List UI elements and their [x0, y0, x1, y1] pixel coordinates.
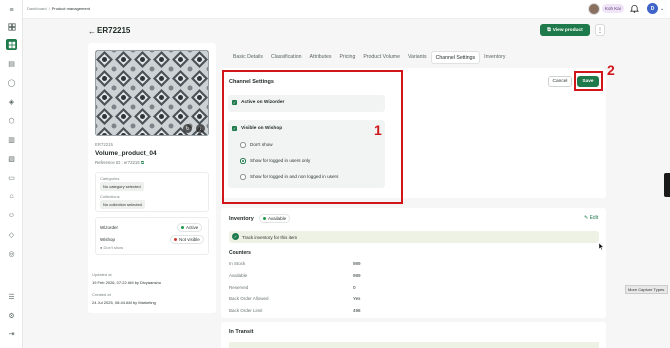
counter-label: In Stock [229, 261, 246, 266]
product-image: ↻ ↓ [95, 50, 209, 136]
counter-value: 989 [353, 261, 361, 266]
warehouse-icon[interactable]: ⌂ [6, 191, 17, 202]
edit-icon: ✎ [584, 215, 589, 221]
page-title: ER72215 [97, 26, 131, 35]
copy-icon[interactable]: ⧉ [141, 160, 144, 165]
orders-icon[interactable]: ▤ [6, 58, 17, 69]
rotate-icon[interactable]: ↻ [183, 124, 192, 133]
product-sku: ER72215 [95, 142, 113, 147]
edit-inventory-link[interactable]: ✎ Edit [584, 215, 598, 221]
documents-icon[interactable]: ▧ [6, 153, 17, 164]
counter-value: Yes [353, 296, 361, 301]
tab-channel-settings[interactable]: Channel Settings [430, 51, 481, 64]
left-nav-rail: ≡ ▤ ◯ ◈ ⬡ ▥ ▧ ▭ ⌂ ☺ ◇ ◎ ☰ ⚙ ⇥ [0, 0, 23, 348]
created-value: 24 Jul 2025, 08:44 AM by Marketing [92, 300, 156, 305]
channel-wizorder-status-text: Active [186, 225, 199, 230]
counter-label: Reserved [229, 285, 249, 290]
chevron-down-icon[interactable]: ⌄ [660, 6, 664, 12]
inventory-status-text: Available [268, 216, 287, 221]
catalog-icon[interactable]: ◈ [6, 96, 17, 107]
cancel-button[interactable]: Cancel [548, 76, 572, 87]
top-bar: Dashboard / Product management [23, 0, 670, 19]
in-transit-title: In Transit [229, 329, 254, 335]
channel-wishop-sub-text: Don't show [103, 245, 124, 250]
users-icon[interactable]: ☺ [6, 210, 17, 221]
annotation-box-2 [574, 71, 603, 91]
customers-icon[interactable]: ◯ [6, 77, 17, 88]
in-transit-bar [229, 342, 599, 348]
categories-label: Categories [100, 176, 120, 181]
back-arrow-icon[interactable]: ← [88, 27, 96, 36]
reference-id-text: Reference ID : er72215 [95, 160, 140, 165]
counter-value: 498 [353, 308, 361, 313]
collections-chip: No collection selected [100, 200, 145, 209]
created-label: Created at [92, 292, 111, 297]
channel-wishop-sub: ● Don't show [100, 245, 124, 250]
user-avatar[interactable] [588, 3, 600, 15]
collections-label: Collections [100, 194, 120, 199]
counter-label: Back Order Allowed [229, 296, 269, 301]
product-tabs: Basic Details Classification Attributes … [229, 51, 509, 64]
inventory-card [221, 208, 606, 318]
view-product-label: View product [552, 27, 583, 33]
camera-icon[interactable]: ◎ [6, 248, 17, 259]
status-dot [263, 217, 266, 220]
capture-tooltip: More Capture Types. [625, 285, 669, 294]
external-link-icon: ⧉ [547, 28, 551, 33]
inventory-title: Inventory [229, 216, 254, 222]
channel-wizorder-name: Wizorder [100, 225, 119, 230]
promotions-icon[interactable]: ⬡ [6, 115, 17, 126]
annotation-number-1: 1 [374, 122, 382, 138]
counter-label: Back Order Limit [229, 308, 263, 313]
counters-title: Counters [229, 250, 251, 256]
storage-icon[interactable]: ☰ [6, 291, 17, 302]
tab-product-volume[interactable]: Product Volume [359, 51, 404, 64]
breadcrumb-current: Product management [51, 6, 90, 11]
product-management-icon[interactable] [6, 39, 17, 50]
annotation-number-2: 2 [607, 62, 615, 78]
channel-wishop-name: Wishop [100, 237, 116, 242]
dashboard-icon[interactable] [6, 21, 17, 32]
tab-inventory[interactable]: Inventory [480, 51, 509, 64]
download-icon[interactable]: ↓ [196, 124, 205, 133]
updated-label: Updated at [92, 272, 112, 277]
status-dot [174, 238, 177, 241]
check-circle-icon[interactable]: ✓ [232, 233, 239, 240]
menu-icon[interactable]: ≡ [6, 5, 17, 16]
counter-label: Available [229, 273, 248, 278]
side-drawer-handle[interactable] [664, 173, 670, 197]
view-product-button[interactable]: ⧉ View product [540, 24, 590, 36]
more-options-button[interactable]: ⋮ [595, 24, 605, 36]
edit-label: Edit [589, 215, 599, 221]
breadcrumb: Dashboard / Product management [27, 6, 90, 11]
folder-icon[interactable]: ▭ [6, 172, 17, 183]
tag-icon[interactable]: ◇ [6, 229, 17, 240]
inventory-status-badge: Available [259, 214, 291, 223]
status-dot [181, 226, 184, 229]
channel-wizorder-status: Active [177, 223, 203, 232]
updated-value: 19 Feb 2026, 07:22 AM by Divyaanshu [92, 280, 161, 285]
notification-bell-icon[interactable] [629, 4, 640, 13]
counter-value: 989 [353, 273, 361, 278]
breadcrumb-dashboard[interactable]: Dashboard [27, 6, 47, 11]
track-inventory-text: Track inventory for this item [242, 235, 298, 240]
channel-wishop-status: Not visible [170, 235, 204, 244]
tab-variants[interactable]: Variants [404, 51, 431, 64]
logout-icon[interactable]: ⇥ [6, 328, 17, 339]
reference-id: Reference ID : er72215 ⧉ [95, 160, 144, 165]
account-avatar[interactable]: D [647, 3, 658, 14]
mouse-cursor-icon [598, 242, 604, 251]
tab-classification[interactable]: Classification [267, 51, 306, 64]
tab-attributes[interactable]: Attributes [306, 51, 336, 64]
product-name: Volume_product_04 [95, 150, 157, 157]
categories-chip: No category selected [100, 182, 144, 191]
settings-icon[interactable]: ⚙ [6, 310, 17, 321]
tab-pricing[interactable]: Pricing [335, 51, 359, 64]
counter-value: 0 [353, 285, 356, 290]
user-name-pill[interactable]: Koh Kai [602, 4, 624, 13]
reports-icon[interactable]: ▥ [6, 134, 17, 145]
tab-basic-details[interactable]: Basic Details [229, 51, 267, 64]
channel-wishop-status-text: Not visible [179, 237, 200, 242]
